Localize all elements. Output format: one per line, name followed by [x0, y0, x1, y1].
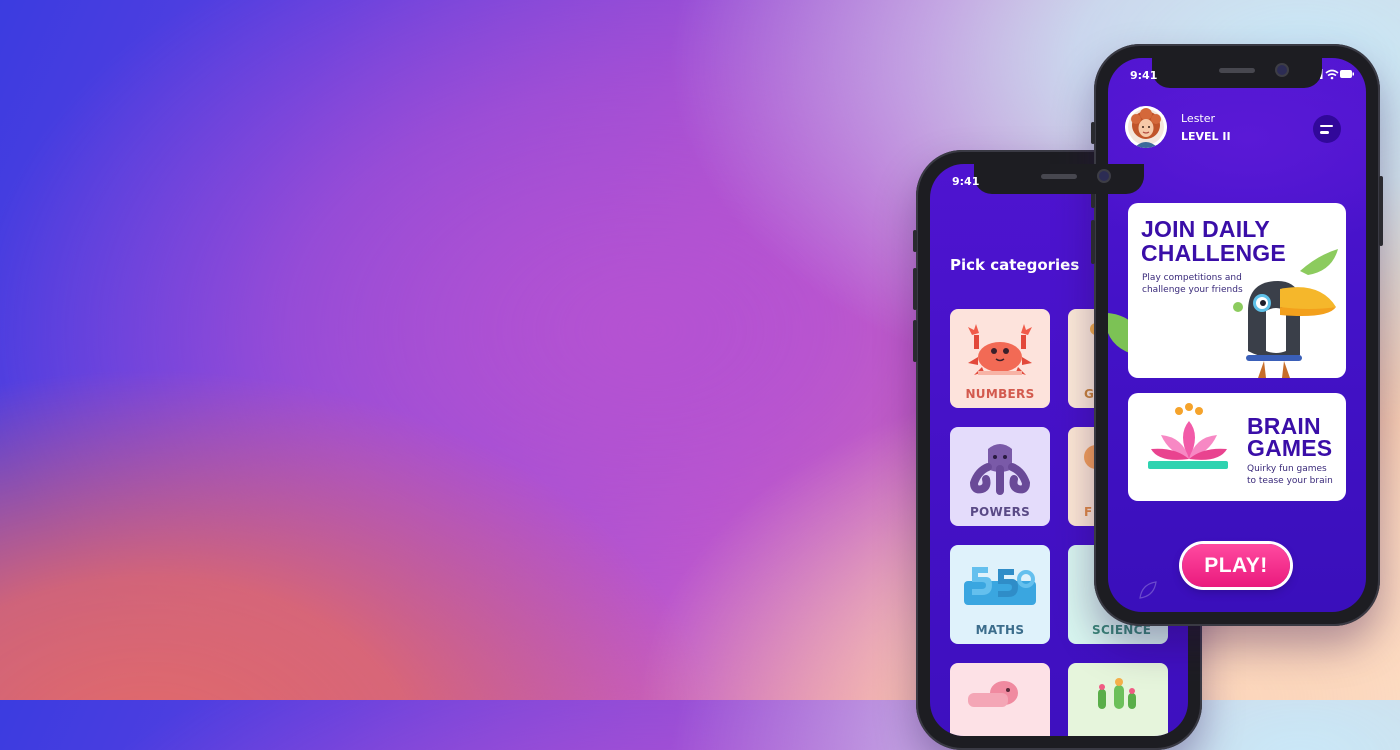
- status-time: 9:41: [1130, 69, 1158, 82]
- octopus-icon: [969, 444, 1031, 495]
- category-label: POWERS: [969, 505, 1031, 519]
- crab-icon: [968, 324, 1032, 375]
- silent-switch: [1091, 122, 1095, 144]
- category-tile-maths[interactable]: MATHS: [950, 545, 1050, 644]
- front-phone-screen: 9:41 Lester LEVEL II JOIN DAILY CHALLENG…: [1108, 58, 1366, 612]
- play-button[interactable]: PLAY!: [1182, 544, 1290, 587]
- notch: [1152, 58, 1322, 88]
- volume-down-button: [913, 320, 917, 362]
- notch: [974, 164, 1144, 194]
- user-avatar: [1125, 106, 1167, 148]
- speaker: [1041, 174, 1077, 179]
- menu-icon-line: [1319, 131, 1329, 134]
- brain-games-card[interactable]: BRAIN GAMES Quirky fun games to tease yo…: [1128, 393, 1346, 501]
- brain-title-line2: GAMES: [1247, 435, 1333, 461]
- wifi-icon: [1325, 69, 1339, 80]
- battery-icon: [1340, 70, 1354, 78]
- camera: [1277, 65, 1287, 75]
- menu-icon: [1319, 124, 1333, 127]
- category-tile-numbers[interactable]: NUMBERS: [950, 309, 1050, 408]
- power-button: [1379, 176, 1383, 246]
- status-time: 9:41: [952, 175, 980, 188]
- brain-desc-line2: to tease your brain: [1247, 476, 1333, 486]
- numbers-icon: [964, 567, 1036, 605]
- menu-button[interactable]: [1313, 115, 1341, 143]
- toucan-icon: [1233, 249, 1338, 378]
- volume-up-button: [913, 268, 917, 310]
- category-label: NUMBERS: [965, 387, 1035, 401]
- avatar[interactable]: [1125, 106, 1167, 148]
- daily-challenge-card[interactable]: JOIN DAILY CHALLENGE Play competitions a…: [1128, 203, 1346, 378]
- challenge-title-line1: JOIN DAILY: [1141, 216, 1270, 242]
- silent-switch: [913, 230, 917, 252]
- volume-down-button: [1091, 220, 1095, 264]
- user-name: Lester: [1181, 112, 1216, 125]
- front-phone: 9:41 Lester LEVEL II JOIN DAILY CHALLENG…: [1091, 44, 1383, 626]
- speaker: [1219, 68, 1255, 73]
- user-level: LEVEL II: [1181, 130, 1231, 143]
- lotus-icon: [1148, 403, 1228, 469]
- leaf-outline-icon: [1139, 581, 1157, 599]
- brain-desc-line1: Quirky fun games: [1247, 464, 1327, 474]
- page-title: Pick categories: [950, 256, 1080, 274]
- camera: [1099, 171, 1109, 181]
- category-tile-powers[interactable]: POWERS: [950, 427, 1050, 526]
- category-label: MATHS: [975, 623, 1025, 637]
